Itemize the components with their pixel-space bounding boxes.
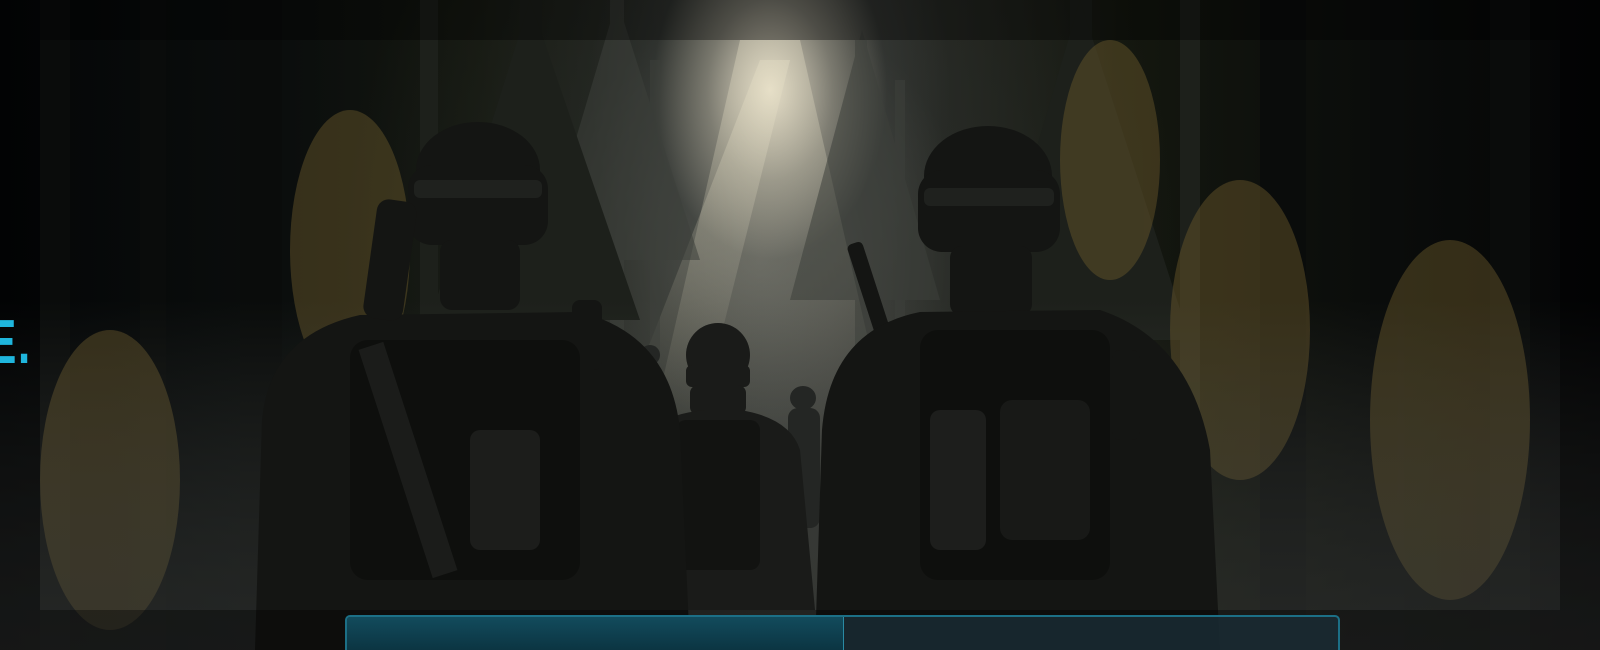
headline-text: ME. xyxy=(0,308,32,377)
forest-soldiers-artwork xyxy=(0,0,1600,650)
loading-bar xyxy=(345,615,1340,650)
loading-screen: ME. xyxy=(0,0,1600,650)
loading-bar-fill xyxy=(347,617,844,650)
